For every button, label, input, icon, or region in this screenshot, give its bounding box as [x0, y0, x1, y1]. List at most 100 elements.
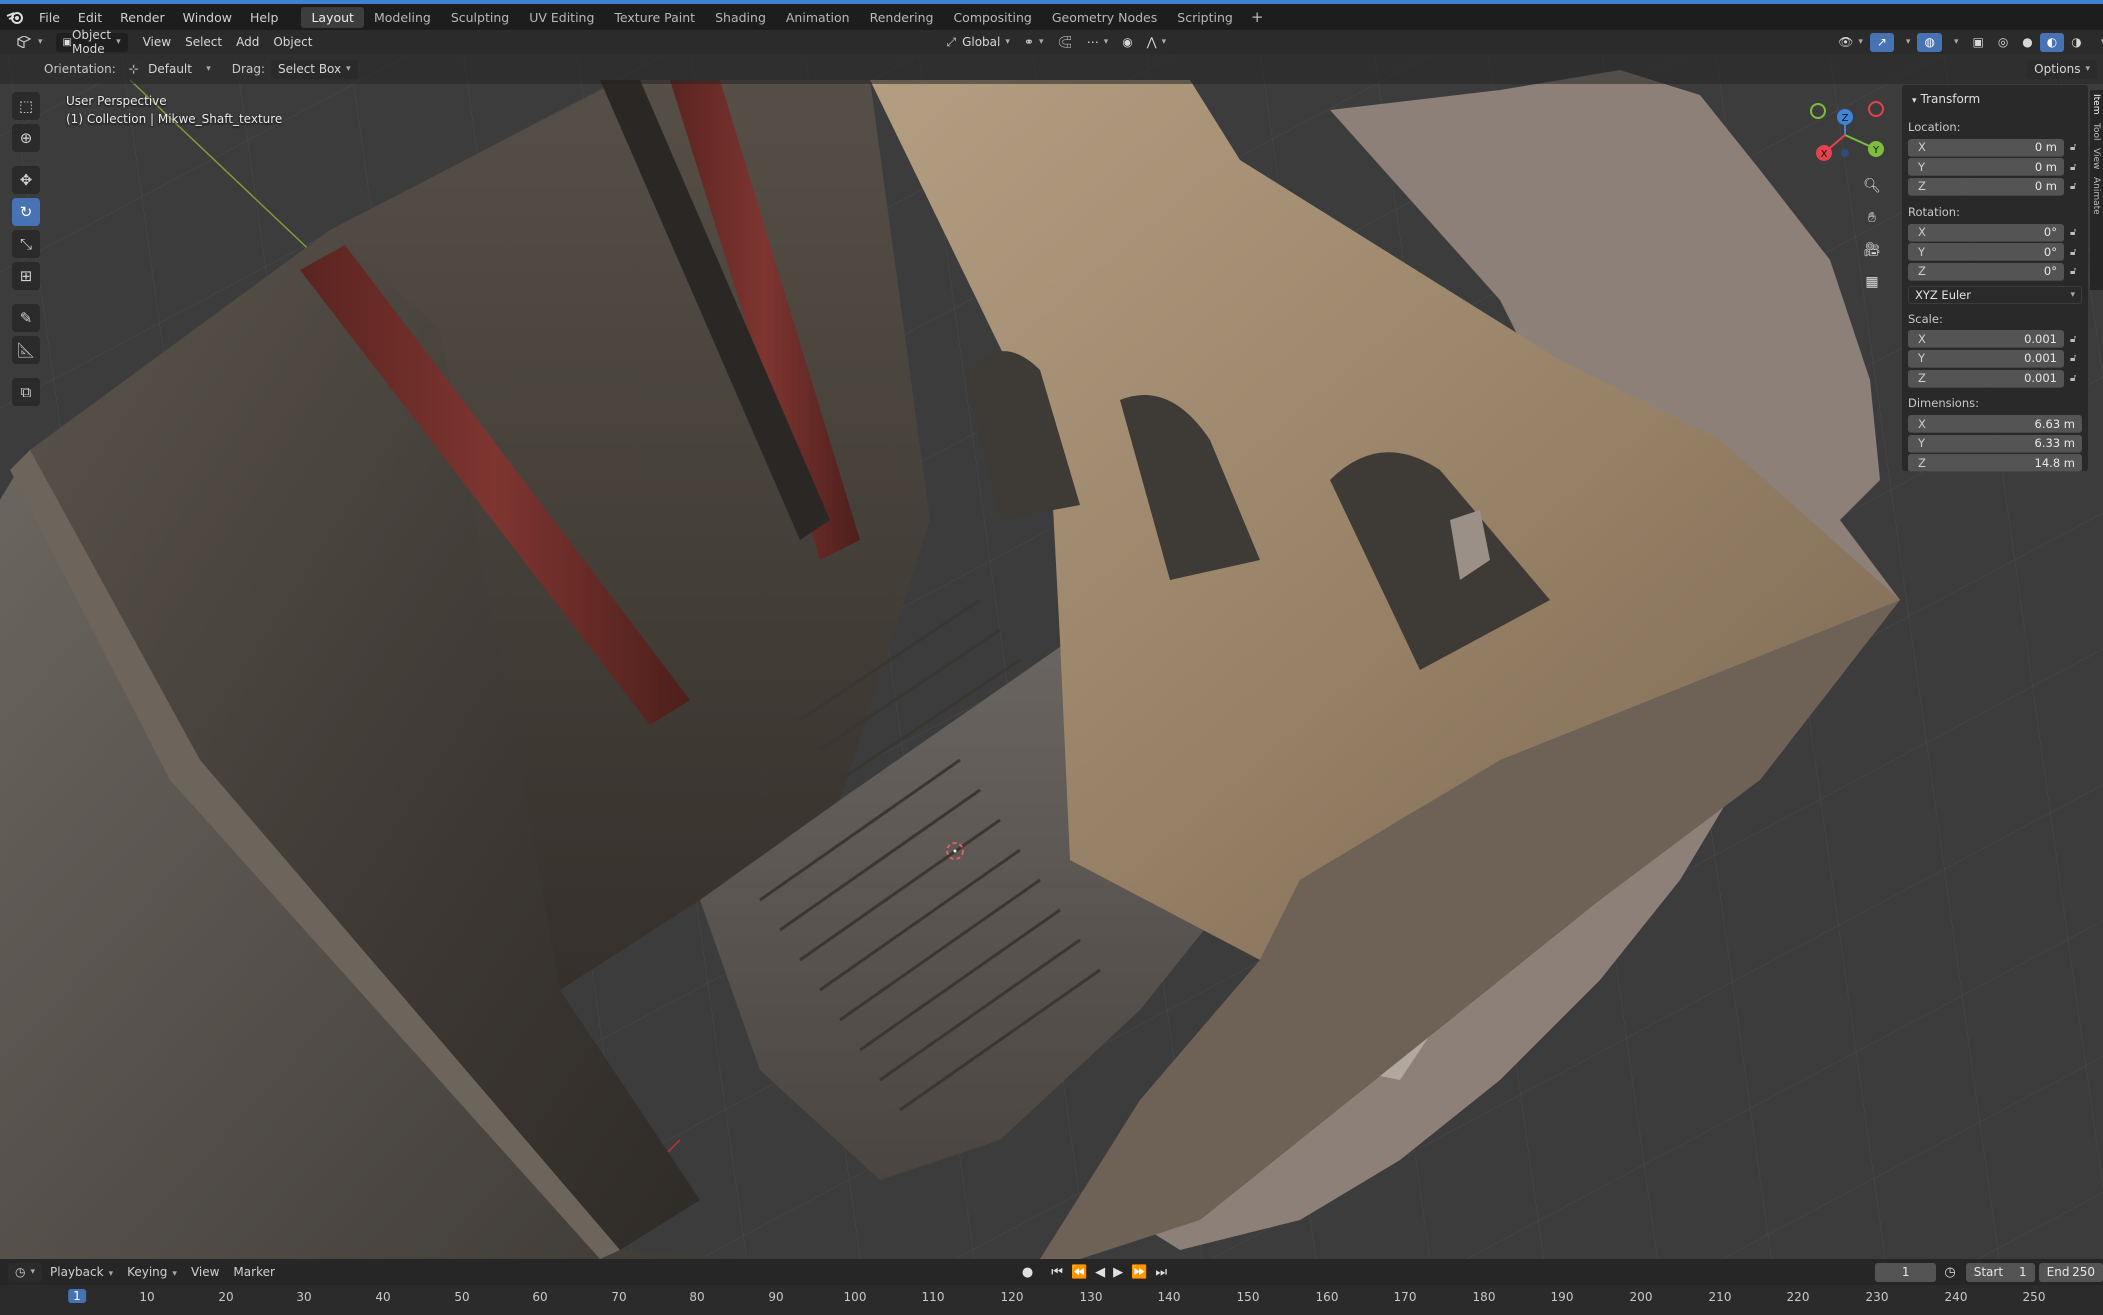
- gizmo-dropdown[interactable]: ▾: [1893, 32, 1918, 52]
- clock-icon[interactable]: ◷: [1944, 1265, 1955, 1280]
- menu-add[interactable]: Add: [229, 32, 267, 52]
- end-frame-field[interactable]: End 250: [2038, 1262, 2103, 1282]
- menu-help[interactable]: Help: [241, 10, 288, 25]
- menu-view[interactable]: View: [135, 32, 179, 52]
- tab-rendering[interactable]: Rendering: [860, 7, 944, 28]
- tab-uv-editing[interactable]: UV Editing: [519, 7, 604, 28]
- tab-modeling[interactable]: Modeling: [364, 7, 441, 28]
- tab-geometry-nodes[interactable]: Geometry Nodes: [1042, 7, 1167, 28]
- transform-orientation-dropdown[interactable]: ⤢ Global ▾: [939, 32, 1017, 52]
- rotation-y-field[interactable]: Y 0°: [1908, 243, 2064, 262]
- tab-texture-paint[interactable]: Texture Paint: [604, 7, 705, 28]
- current-frame-field[interactable]: 1: [1875, 1262, 1937, 1282]
- timeline-ruler[interactable]: 1 10 20 30 40 50 60 70 80 90 100 110 120…: [0, 1285, 2103, 1315]
- rotation-mode-dropdown[interactable]: XYZ Euler ▾: [1908, 285, 2082, 304]
- visibility-dropdown[interactable]: 👁︎ ▾: [1831, 32, 1870, 52]
- shading-material-button[interactable]: ◐: [2039, 32, 2065, 52]
- falloff-dropdown[interactable]: ⋀ ▾: [1139, 32, 1174, 52]
- mode-dropdown[interactable]: ▣ Object Mode ▾: [55, 28, 128, 56]
- editor-type-icon[interactable]: ▾: [10, 32, 50, 52]
- record-keyframe-icon[interactable]: ●: [1022, 1265, 1033, 1280]
- dimensions-y-field[interactable]: Y 6.33 m: [1908, 434, 2082, 453]
- overlay-toggle[interactable]: ◍: [1917, 32, 1942, 52]
- prev-keyframe-icon[interactable]: ⏪: [1071, 1265, 1087, 1280]
- shading-solid-button[interactable]: ●: [2015, 32, 2040, 52]
- scale-x-field[interactable]: X 0.001: [1908, 330, 2064, 349]
- move-icon[interactable]: ✥: [12, 166, 40, 194]
- gizmo-toggle[interactable]: ↗: [1869, 32, 1894, 52]
- shading-wireframe-button[interactable]: ◎: [1990, 32, 2016, 52]
- blender-logo-icon[interactable]: [0, 9, 30, 25]
- overlay-dropdown[interactable]: ▾: [1941, 32, 1966, 52]
- xray-toggle[interactable]: ▣: [1965, 32, 1991, 52]
- next-keyframe-icon[interactable]: ⏩: [1131, 1265, 1147, 1280]
- current-frame-marker[interactable]: 1: [68, 1289, 86, 1303]
- timeline-menu-playback[interactable]: Playback ▾: [50, 1265, 113, 1279]
- camera-icon[interactable]: 🎥︎: [1858, 236, 1886, 264]
- dimensions-x-field[interactable]: X 6.63 m: [1908, 415, 2082, 434]
- rotation-x-field[interactable]: X 0°: [1908, 223, 2064, 242]
- location-x-field[interactable]: X 0 m: [1908, 138, 2064, 157]
- timeline-menu-marker[interactable]: Marker: [233, 1265, 274, 1279]
- snap-toggle[interactable]: 🧲︎: [1050, 32, 1080, 52]
- shading-rendered-button[interactable]: ◑: [2064, 32, 2089, 52]
- jump-end-icon[interactable]: ⏭: [1155, 1265, 1167, 1280]
- lock-icon[interactable]: 🔓︎: [2070, 162, 2082, 173]
- tab-tool[interactable]: Tool: [2090, 119, 2102, 144]
- location-z-field[interactable]: Z 0 m: [1908, 177, 2064, 196]
- transform-panel-header[interactable]: ▾ Transform: [1908, 89, 2082, 116]
- tab-animation[interactable]: Animation: [776, 7, 860, 28]
- annotate-icon[interactable]: ✎: [12, 304, 40, 332]
- navigation-gizmo[interactable]: Z Y X: [1800, 95, 1890, 175]
- menu-select[interactable]: Select: [178, 32, 230, 52]
- lock-icon[interactable]: 🔓︎: [2070, 142, 2082, 153]
- scale-z-field[interactable]: Z 0.001: [1908, 369, 2064, 388]
- pan-hand-icon[interactable]: ✋︎: [1858, 204, 1886, 232]
- 3d-viewport[interactable]: [0, 54, 2103, 1259]
- tab-animate[interactable]: Animate: [2090, 173, 2102, 219]
- start-frame-field[interactable]: Start 1: [1965, 1262, 2035, 1282]
- play-icon[interactable]: ▶: [1113, 1265, 1123, 1280]
- shading-dropdown[interactable]: ▾: [2088, 32, 2103, 52]
- lock-icon[interactable]: 🔓︎: [2070, 334, 2082, 345]
- dimensions-z-field[interactable]: Z 14.8 m: [1908, 454, 2082, 473]
- pivot-point-dropdown[interactable]: ⚭ ▾: [1016, 32, 1051, 52]
- lock-icon[interactable]: 🔓︎: [2070, 247, 2082, 258]
- timeline-menu-keying[interactable]: Keying ▾: [127, 1265, 177, 1279]
- proportional-edit-toggle[interactable]: ◉: [1115, 32, 1140, 52]
- drag-dropdown[interactable]: Select Box ▾: [270, 59, 358, 79]
- orientation-dropdown[interactable]: ⊹ Default ▾: [122, 60, 218, 79]
- jump-start-icon[interactable]: ⏮: [1051, 1265, 1063, 1280]
- cursor-icon[interactable]: ⊕: [12, 124, 40, 152]
- menu-object[interactable]: Object: [266, 32, 320, 52]
- lock-icon[interactable]: 🔓︎: [2070, 266, 2082, 277]
- tab-view[interactable]: View: [2090, 144, 2102, 173]
- grid-ortho-icon[interactable]: ▦: [1858, 268, 1886, 296]
- rotate-icon[interactable]: ↻: [12, 198, 40, 226]
- add-cube-icon[interactable]: ⧉: [12, 378, 40, 406]
- tab-scripting[interactable]: Scripting: [1167, 7, 1243, 28]
- play-reverse-icon[interactable]: ◀: [1095, 1265, 1105, 1280]
- tab-shading[interactable]: Shading: [705, 7, 776, 28]
- timeline-editor-type-icon[interactable]: ◷ ▾: [8, 1262, 43, 1282]
- lock-icon[interactable]: 🔓︎: [2070, 181, 2082, 192]
- scale-y-field[interactable]: Y 0.001: [1908, 349, 2064, 368]
- rotation-z-field[interactable]: Z 0°: [1908, 262, 2064, 281]
- menu-edit[interactable]: Edit: [69, 10, 111, 25]
- tab-layout[interactable]: Layout: [301, 6, 364, 28]
- location-y-field[interactable]: Y 0 m: [1908, 158, 2064, 177]
- lock-icon[interactable]: 🔓︎: [2070, 227, 2082, 238]
- timeline-menu-view[interactable]: View: [191, 1265, 219, 1279]
- menu-window[interactable]: Window: [174, 10, 241, 25]
- lock-icon[interactable]: 🔓︎: [2070, 353, 2082, 364]
- tab-item[interactable]: Item: [2090, 90, 2102, 119]
- transform-icon[interactable]: ⊞: [12, 262, 40, 290]
- tab-sculpting[interactable]: Sculpting: [441, 7, 519, 28]
- zoom-icon[interactable]: 🔍︎: [1858, 172, 1886, 200]
- snap-target-dropdown[interactable]: ⋯ ▾: [1079, 32, 1116, 52]
- lock-icon[interactable]: 🔓︎: [2070, 373, 2082, 384]
- options-dropdown[interactable]: Options ▾: [2027, 59, 2097, 79]
- menu-file[interactable]: File: [30, 10, 69, 25]
- select-box-icon[interactable]: ⬚: [12, 92, 40, 120]
- tab-compositing[interactable]: Compositing: [943, 7, 1041, 28]
